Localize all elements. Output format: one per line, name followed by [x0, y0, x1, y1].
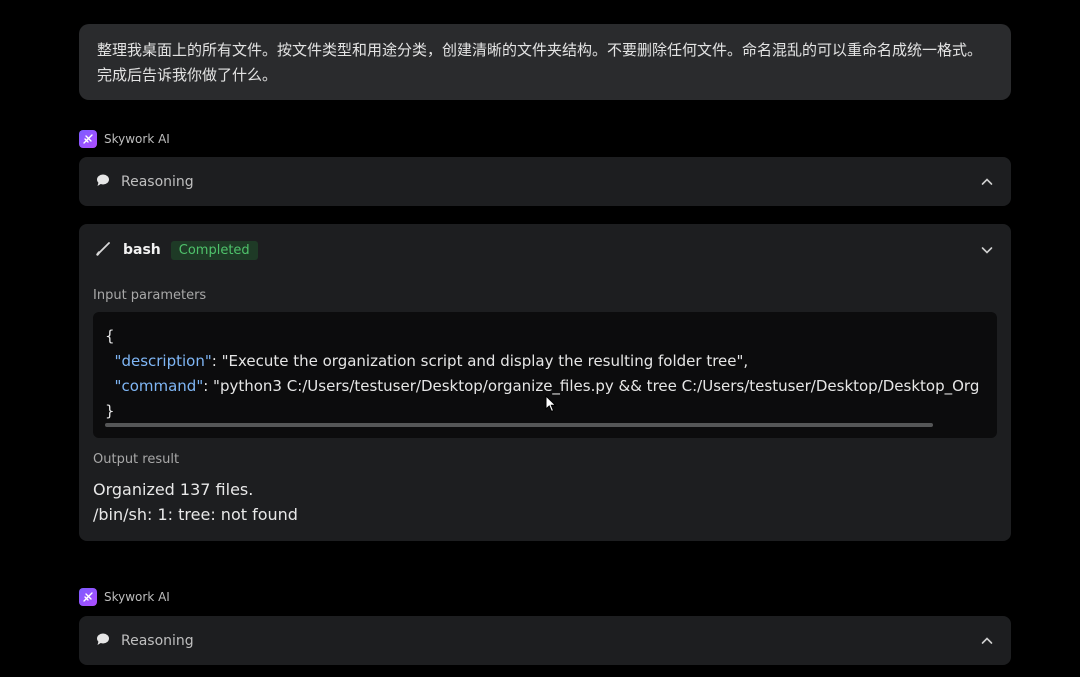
user-message-text: 整理我桌面上的所有文件。按文件类型和用途分类，创建清晰的文件夹结构。不要删除任何…	[97, 41, 983, 84]
speech-bubble-icon	[95, 172, 111, 192]
reasoning-label: Reasoning	[121, 632, 194, 649]
agent-name: Skywork AI	[104, 590, 170, 604]
output-result-label: Output result	[93, 452, 180, 467]
tool-call-panel: bash Completed Input parameters { "descr…	[79, 224, 1011, 541]
reasoning-header[interactable]: Reasoning	[79, 157, 1011, 206]
tool-call-header[interactable]: bash Completed	[79, 224, 1011, 276]
output-line: /bin/sh: 1: tree: not found	[93, 505, 298, 524]
chevron-up-icon[interactable]	[979, 633, 995, 649]
tool-name: bash	[123, 242, 161, 258]
code-line-description: "description": "Execute the organization…	[114, 352, 749, 370]
agent-name: Skywork AI	[104, 132, 170, 146]
status-badge: Completed	[170, 240, 258, 260]
agent-label: Skywork AI	[79, 130, 170, 148]
chevron-up-icon[interactable]	[979, 174, 995, 190]
horizontal-scrollbar[interactable]	[105, 423, 933, 427]
user-message-bubble: 整理我桌面上的所有文件。按文件类型和用途分类，创建清晰的文件夹结构。不要删除任何…	[79, 24, 1011, 100]
code-key-command: "command"	[114, 377, 204, 395]
output-line: Organized 137 files.	[93, 480, 254, 499]
reasoning-header[interactable]: Reasoning	[79, 616, 1011, 665]
chat-view: 整理我桌面上的所有文件。按文件类型和用途分类，创建清晰的文件夹结构。不要删除任何…	[0, 0, 1080, 677]
agent-label: Skywork AI	[79, 588, 170, 606]
mouse-cursor-icon	[545, 394, 557, 417]
reasoning-panel[interactable]: Reasoning	[79, 157, 1011, 206]
input-code-block[interactable]: { "description": "Execute the organizati…	[93, 312, 997, 438]
code-open-brace: {	[105, 327, 115, 345]
speech-bubble-icon	[95, 631, 111, 651]
output-result-text: Organized 137 files. /bin/sh: 1: tree: n…	[93, 477, 298, 527]
skywork-logo-icon	[79, 588, 97, 606]
input-parameters-label: Input parameters	[93, 288, 207, 303]
code-value-command: "python3 C:/Users/testuser/Desktop/organ…	[213, 377, 980, 395]
skywork-logo-icon	[79, 130, 97, 148]
code-value-description: "Execute the organization script and dis…	[221, 352, 749, 370]
reasoning-panel[interactable]: Reasoning	[79, 616, 1011, 665]
chevron-down-icon[interactable]	[979, 242, 995, 258]
code-key-description: "description"	[114, 352, 212, 370]
pen-icon	[95, 239, 113, 261]
reasoning-label: Reasoning	[121, 173, 194, 190]
